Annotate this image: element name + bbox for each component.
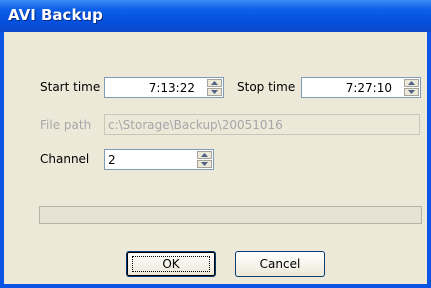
- backup-progress-bar: [39, 206, 422, 224]
- ok-button[interactable]: OK: [126, 251, 216, 277]
- file-path-value: c:\Storage\Backup\20051016: [108, 118, 283, 132]
- start-time-spinner[interactable]: [207, 79, 222, 96]
- spin-up-icon[interactable]: [207, 79, 222, 87]
- channel-field[interactable]: 2: [104, 149, 214, 170]
- stop-time-label: Stop time: [237, 80, 296, 94]
- stop-time-spinner[interactable]: [404, 79, 419, 96]
- spin-down-icon[interactable]: [207, 88, 222, 96]
- stop-time-field[interactable]: 7:27:10: [301, 77, 421, 98]
- title-bar[interactable]: AVI Backup: [0, 0, 431, 32]
- stop-time-value: 7:27:10: [345, 81, 392, 95]
- spin-down-icon[interactable]: [404, 88, 419, 96]
- channel-label: Channel: [40, 152, 90, 166]
- start-time-value: 7:13:22: [148, 81, 195, 95]
- cancel-button-label: Cancel: [259, 257, 301, 271]
- dialog-body: Start time 7:13:22 Stop time 7:27:10 Fil…: [4, 32, 427, 284]
- file-path-label: File path: [40, 118, 92, 132]
- spin-down-icon[interactable]: [197, 160, 212, 168]
- file-path-field: c:\Storage\Backup\20051016: [104, 114, 420, 135]
- channel-spinner[interactable]: [197, 151, 212, 168]
- cancel-button[interactable]: Cancel: [235, 251, 325, 277]
- focus-rect: [132, 256, 210, 272]
- channel-value: 2: [108, 153, 116, 167]
- spin-up-icon[interactable]: [197, 151, 212, 159]
- start-time-label: Start time: [40, 80, 101, 94]
- avi-backup-dialog: AVI Backup Start time 7:13:22 Stop time …: [0, 0, 431, 288]
- start-time-field[interactable]: 7:13:22: [104, 77, 224, 98]
- window-title: AVI Backup: [8, 6, 103, 24]
- spin-up-icon[interactable]: [404, 79, 419, 87]
